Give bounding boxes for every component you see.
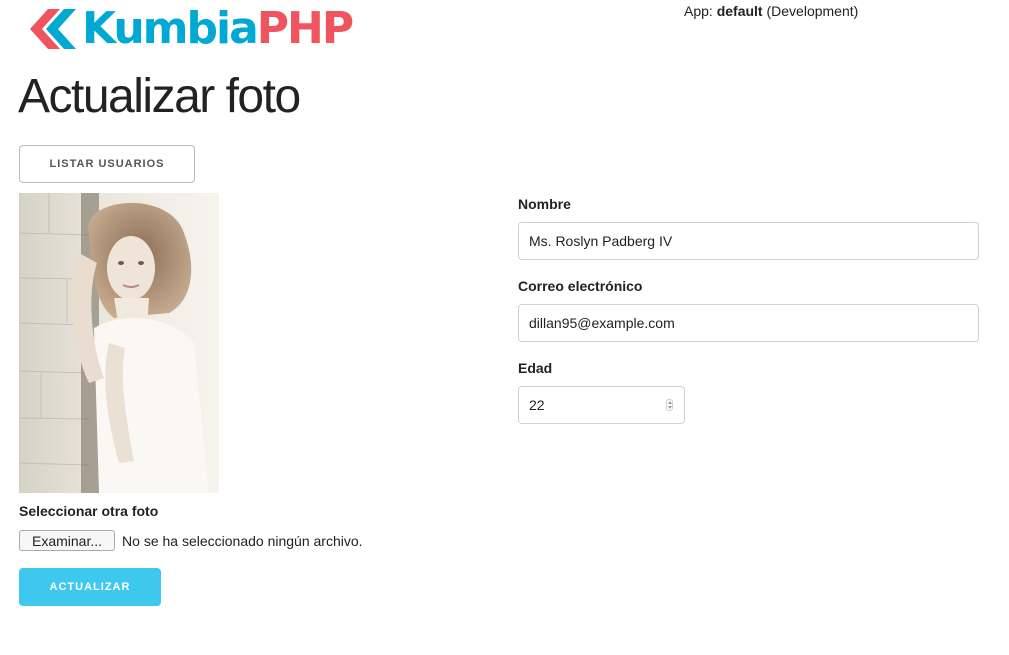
user-photo-image — [19, 193, 219, 493]
user-photo — [19, 193, 219, 493]
kumbiaphp-logo[interactable]: KumbiaPHP — [28, 3, 354, 54]
app-env: (Development) — [766, 3, 859, 19]
browse-button[interactable]: Examinar... — [19, 530, 116, 551]
file-input-label: Seleccionar otra foto — [19, 503, 159, 519]
name-field[interactable] — [518, 222, 979, 260]
file-status: No se ha seleccionado ningún archivo. — [122, 532, 363, 549]
page-title: Actualizar foto — [18, 70, 301, 123]
app-prefix: App: — [684, 3, 713, 19]
email-field[interactable] — [518, 304, 979, 342]
age-label: Edad — [518, 360, 553, 376]
logo-text-kumbia: Kumbia — [82, 3, 259, 54]
double-chevron-left-icon — [30, 9, 76, 49]
email-label: Correo electrónico — [518, 278, 643, 294]
logo-text-php: PHP — [256, 3, 354, 54]
age-input-wrapper — [518, 386, 685, 424]
file-input: Examinar... No se ha seleccionado ningún… — [19, 530, 363, 551]
name-label: Nombre — [518, 196, 571, 212]
age-field[interactable] — [518, 386, 685, 424]
update-button[interactable]: ACTUALIZAR — [19, 568, 161, 606]
list-users-button[interactable]: LISTAR USUARIOS — [19, 145, 195, 183]
age-stepper[interactable] — [666, 399, 673, 411]
app-name: default — [716, 3, 763, 19]
app-info: App: default (Development) — [684, 3, 858, 19]
